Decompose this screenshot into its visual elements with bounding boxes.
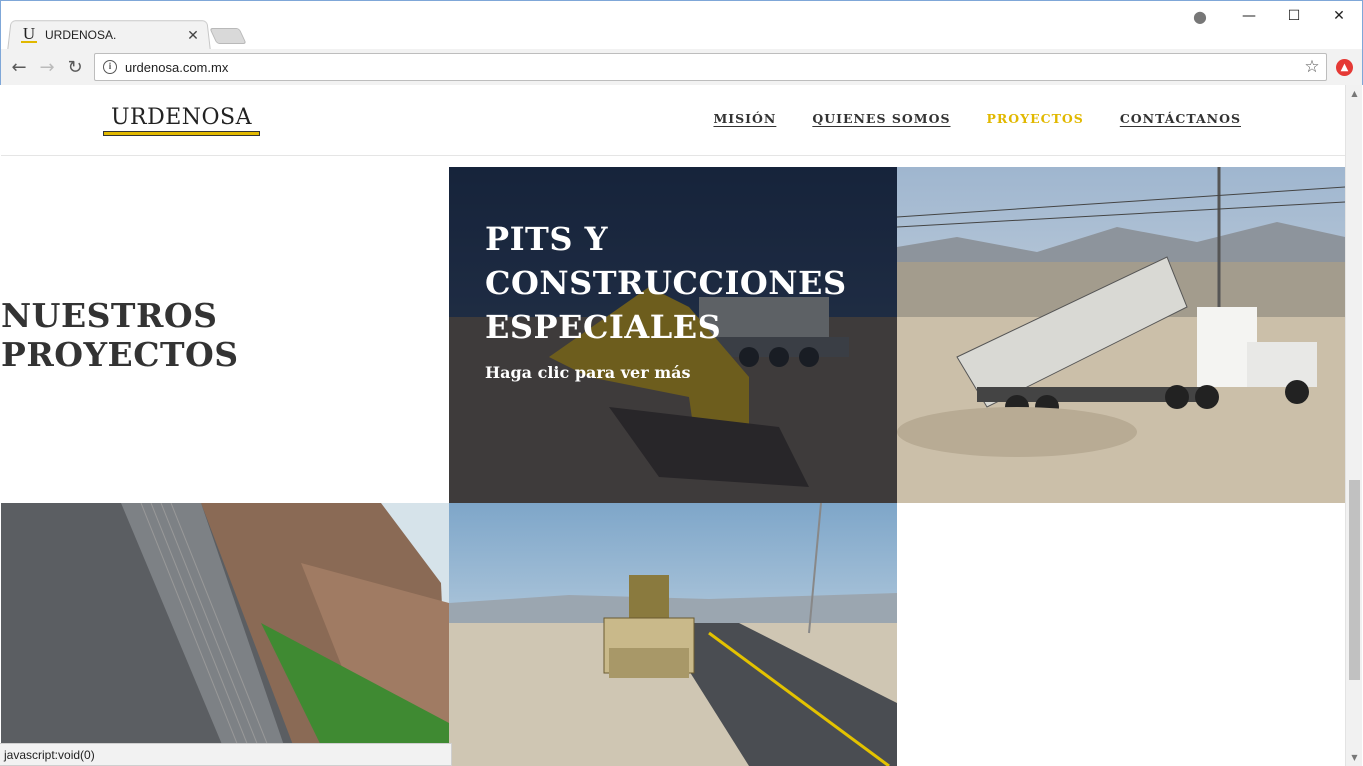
scrollbar-thumb[interactable]	[1349, 480, 1360, 680]
project-tile-pits[interactable]: PITS Y CONSTRUCCIONES ESPECIALES Haga cl…	[449, 167, 897, 503]
forward-icon[interactable]: →	[35, 55, 59, 79]
status-bar: javascript:void(0)	[0, 743, 452, 766]
logo-underline	[103, 131, 260, 136]
tile-cta[interactable]: Haga clic para ver más	[485, 363, 845, 382]
scroll-up-icon[interactable]: ▲	[1346, 85, 1363, 102]
site-info-icon[interactable]: i	[103, 60, 117, 74]
page-viewport: URDENOSA MISIÓN QUIENES SOMOS PROYECTOS …	[1, 85, 1345, 766]
tab-strip: U URDENOSA. ✕ ● — ☐ ✕	[1, 1, 1362, 50]
project-tile-building[interactable]	[1, 503, 449, 766]
nav-quienes-somos[interactable]: QUIENES SOMOS	[812, 111, 950, 126]
nav-contactanos[interactable]: CONTÁCTANOS	[1120, 111, 1241, 126]
building-image	[1, 503, 449, 766]
main-nav: MISIÓN QUIENES SOMOS PROYECTOS CONTÁCTAN…	[713, 111, 1241, 126]
site-header: URDENOSA MISIÓN QUIENES SOMOS PROYECTOS …	[1, 85, 1345, 156]
tile-overlay: PITS Y CONSTRUCCIONES ESPECIALES Haga cl…	[485, 217, 847, 382]
browser-chrome: U URDENOSA. ✕ ● — ☐ ✕ ← → ↻ i urdenosa.c…	[0, 0, 1363, 86]
project-tile-dump-truck[interactable]	[897, 167, 1345, 503]
browser-toolbar: ← → ↻ i urdenosa.com.mx ☆ ▲	[1, 49, 1362, 86]
project-tile-road[interactable]	[449, 503, 897, 766]
page-scrollbar[interactable]: ▲ ▼	[1345, 85, 1362, 766]
url-text[interactable]: urdenosa.com.mx	[125, 60, 1298, 75]
bookmark-star-icon[interactable]: ☆	[1298, 57, 1326, 77]
scroll-down-icon[interactable]: ▼	[1346, 749, 1363, 766]
reload-icon[interactable]: ↻	[63, 55, 87, 79]
minimize-button[interactable]: —	[1234, 5, 1264, 27]
nav-mision[interactable]: MISIÓN	[713, 111, 776, 126]
tab-title: URDENOSA.	[45, 28, 117, 42]
new-tab-button[interactable]	[209, 28, 247, 44]
dump-truck-image	[897, 167, 1345, 503]
tile-title: PITS Y CONSTRUCCIONES ESPECIALES	[485, 220, 847, 346]
road-roller-image	[449, 503, 897, 766]
section-title: NUESTROS PROYECTOS	[1, 296, 239, 374]
close-window-button[interactable]: ✕	[1324, 5, 1354, 27]
profile-icon[interactable]: ●	[1185, 5, 1215, 27]
maximize-button[interactable]: ☐	[1279, 5, 1309, 27]
tab-close-icon[interactable]: ✕	[185, 27, 201, 44]
address-bar[interactable]: i urdenosa.com.mx ☆	[94, 53, 1327, 81]
favicon-icon: U	[21, 24, 37, 43]
section-title-cell: NUESTROS PROYECTOS	[1, 167, 449, 503]
back-icon[interactable]: ←	[7, 55, 31, 79]
nav-proyectos[interactable]: PROYECTOS	[987, 111, 1084, 126]
browser-tab[interactable]: U URDENOSA. ✕	[15, 21, 205, 49]
extension-icon[interactable]: ▲	[1336, 59, 1353, 76]
